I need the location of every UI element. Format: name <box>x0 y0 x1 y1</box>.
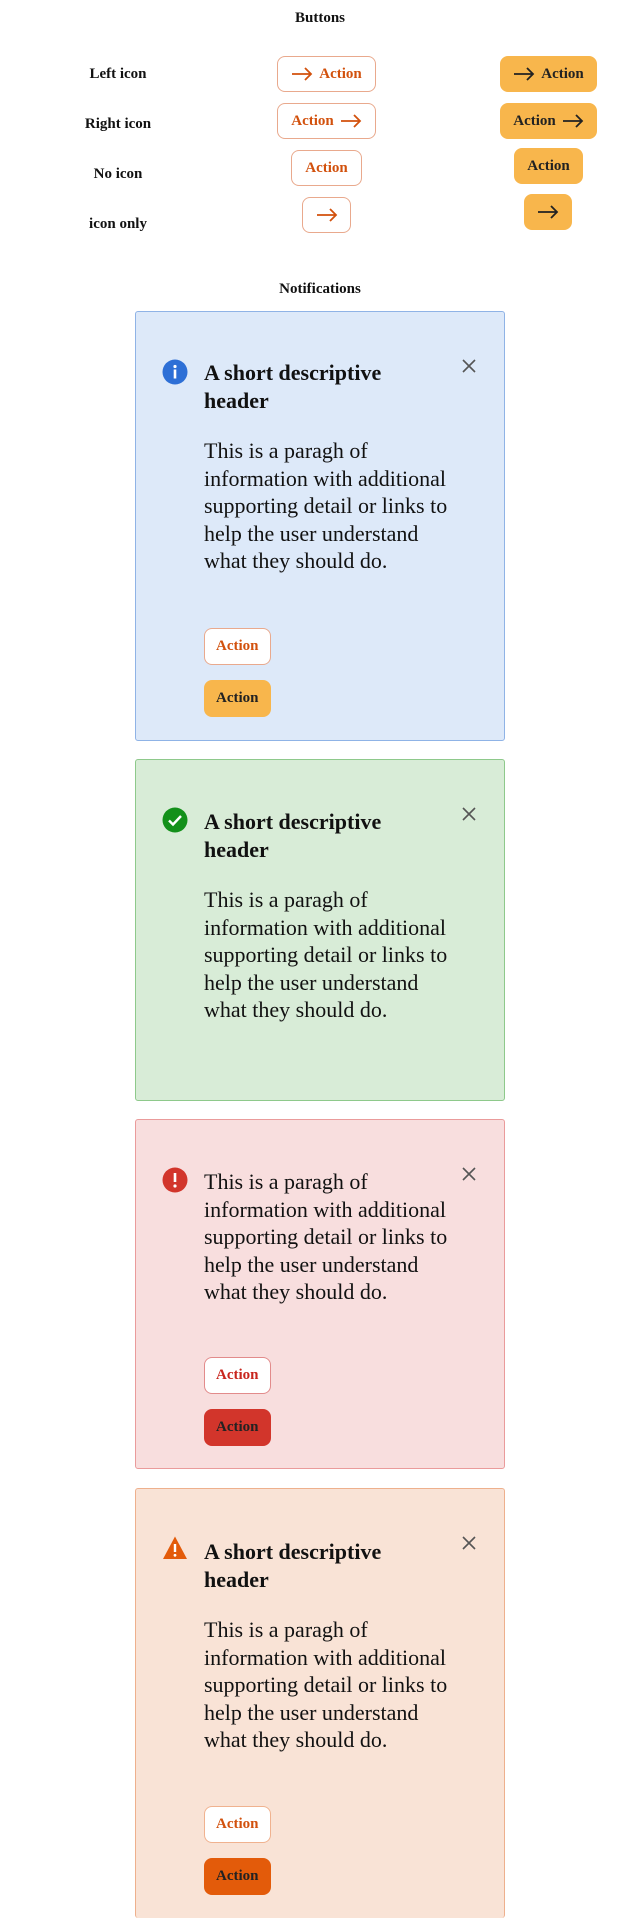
outline-button-left-icon[interactable]: Action <box>277 56 376 92</box>
notification-primary-button[interactable]: Action <box>204 1409 271 1446</box>
notification-body: This is a paragh of information with add… <box>204 438 448 573</box>
buttons-section-title: Buttons <box>294 10 346 26</box>
filled-button-right-icon[interactable]: Action <box>500 103 597 139</box>
close-icon[interactable] <box>460 1165 478 1183</box>
notification-error: This is a paragh of information with add… <box>135 1119 505 1469</box>
check-circle-icon <box>162 807 188 833</box>
notification-body: This is a paragh of information with add… <box>204 1617 448 1752</box>
row-label-no-icon: No icon <box>93 166 143 182</box>
notification-warning: A short descriptive header This is a par… <box>135 1488 505 1918</box>
outline-button-no-icon[interactable]: Action <box>291 150 362 186</box>
notification-body: This is a paragh of information with add… <box>204 1169 448 1304</box>
button-label: Action <box>291 112 334 129</box>
arrow-right-icon <box>316 208 337 222</box>
filled-button-no-icon[interactable]: Action <box>514 148 583 184</box>
arrow-right-icon <box>292 67 313 81</box>
notification-primary-button[interactable]: Action <box>204 1858 271 1895</box>
arrow-right-icon <box>340 114 362 128</box>
notification-info: A short descriptive header This is a par… <box>135 311 505 741</box>
outline-button-icon-only[interactable] <box>302 197 351 233</box>
notification-title: A short descriptive header <box>204 1539 382 1592</box>
notification-title: A short descriptive header <box>204 809 382 862</box>
notification-secondary-button[interactable]: Action <box>204 1806 271 1843</box>
close-icon[interactable] <box>460 805 478 823</box>
row-label-left-icon: Left icon <box>89 66 147 82</box>
filled-button-icon-only[interactable] <box>524 194 572 230</box>
notification-primary-button[interactable]: Action <box>204 680 271 717</box>
info-icon <box>162 359 188 385</box>
notification-secondary-button[interactable]: Action <box>204 1357 271 1394</box>
button-label: Action <box>513 112 556 129</box>
error-icon <box>162 1167 188 1193</box>
warning-icon <box>163 1536 187 1559</box>
notification-title: A short descriptive header <box>204 360 382 413</box>
filled-button-left-icon[interactable]: Action <box>500 56 597 92</box>
button-label: Action <box>319 65 362 82</box>
notification-body: This is a paragh of information with add… <box>204 887 448 1022</box>
close-icon[interactable] <box>460 1534 478 1552</box>
row-label-right-icon: Right icon <box>84 116 152 132</box>
arrow-right-icon <box>514 67 535 81</box>
button-label: Action <box>541 65 584 82</box>
notifications-section-title: Notifications <box>279 281 361 297</box>
arrow-right-icon <box>562 114 584 128</box>
close-icon[interactable] <box>460 357 478 375</box>
outline-button-right-icon[interactable]: Action <box>277 103 376 139</box>
notification-success: A short descriptive header This is a par… <box>135 759 505 1101</box>
notification-secondary-button[interactable]: Action <box>204 628 271 665</box>
arrow-right-icon <box>538 205 559 219</box>
row-label-icon-only: icon only <box>89 216 147 232</box>
